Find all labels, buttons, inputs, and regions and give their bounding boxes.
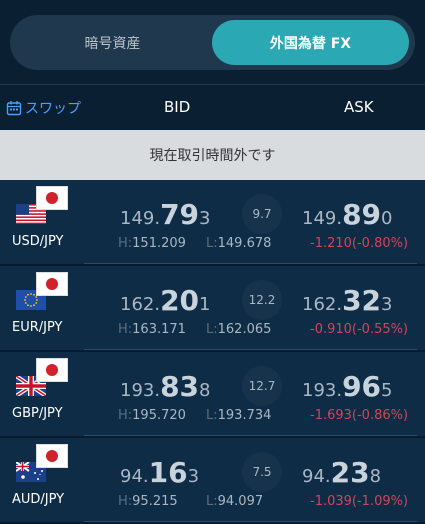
jp-flag-icon [36, 358, 68, 382]
jp-flag-icon [36, 272, 68, 296]
pair-name: AUD/JPY [12, 492, 65, 507]
change-value: -1.693(-0.86%) [310, 408, 409, 423]
calendar-icon [6, 100, 22, 115]
currency-flags [16, 272, 68, 312]
ask-price[interactable]: 193.965 [302, 370, 393, 403]
currency-flags [16, 186, 68, 226]
high-value: H:95.215 [118, 494, 178, 509]
row-divider [84, 263, 417, 264]
low-value: L:162.065 [206, 322, 272, 337]
low-value: L:94.097 [206, 494, 264, 509]
tab-fx[interactable]: 外国為替 FX [212, 20, 409, 65]
row-divider [84, 521, 417, 522]
rate-row-audjpy[interactable]: AUD/JPY 94.163 7.5 94.238 H:95.215 L:94.… [0, 438, 425, 524]
row-divider [84, 435, 417, 436]
spread-badge: 9.7 [242, 194, 282, 234]
spread-badge: 7.5 [242, 452, 282, 492]
ask-price[interactable]: 162.323 [302, 284, 393, 317]
market-closed-banner: 現在取引時間外です [0, 130, 425, 180]
column-header: スワップ BID ASK [0, 85, 425, 130]
rate-row-eurjpy[interactable]: EUR/JPY 162.201 12.2 162.323 H:163.171 L… [0, 266, 425, 352]
swap-label: スワップ [25, 100, 81, 117]
spread-badge: 12.2 [242, 280, 282, 320]
swap-button[interactable]: スワップ [6, 85, 81, 130]
change-value: -0.910(-0.55%) [310, 322, 409, 337]
row-divider [84, 349, 417, 350]
pair-name: EUR/JPY [12, 320, 63, 335]
change-value: -1.210(-0.80%) [310, 236, 409, 251]
currency-flags [16, 444, 68, 484]
top-bar: 暗号資産 外国為替 FX [0, 0, 425, 85]
high-value: H:151.209 [118, 236, 186, 251]
spread-badge: 12.7 [242, 366, 282, 406]
ask-price[interactable]: 149.890 [302, 198, 393, 231]
pair-name: GBP/JPY [12, 406, 63, 421]
jp-flag-icon [36, 186, 68, 210]
low-value: L:193.734 [206, 408, 272, 423]
rate-row-usdjpy[interactable]: USD/JPY 149.793 9.7 149.890 H:151.209 L:… [0, 180, 425, 266]
currency-flags [16, 358, 68, 398]
asset-segmented-control: 暗号資産 外国為替 FX [10, 15, 415, 70]
ask-price[interactable]: 94.238 [302, 456, 381, 489]
rate-row-gbpjpy[interactable]: GBP/JPY 193.838 12.7 193.965 H:195.720 L… [0, 352, 425, 438]
pair-name: USD/JPY [12, 234, 64, 249]
high-value: H:195.720 [118, 408, 186, 423]
bid-price[interactable]: 193.838 [120, 370, 211, 403]
bid-price[interactable]: 94.163 [120, 456, 199, 489]
tab-crypto[interactable]: 暗号資産 [15, 20, 210, 65]
bid-price[interactable]: 149.793 [120, 198, 211, 231]
high-value: H:163.171 [118, 322, 186, 337]
jp-flag-icon [36, 444, 68, 468]
bid-price[interactable]: 162.201 [120, 284, 211, 317]
ask-header: ASK [344, 98, 374, 116]
bid-header: BID [164, 98, 191, 116]
change-value: -1.039(-1.09%) [310, 494, 409, 509]
low-value: L:149.678 [206, 236, 272, 251]
